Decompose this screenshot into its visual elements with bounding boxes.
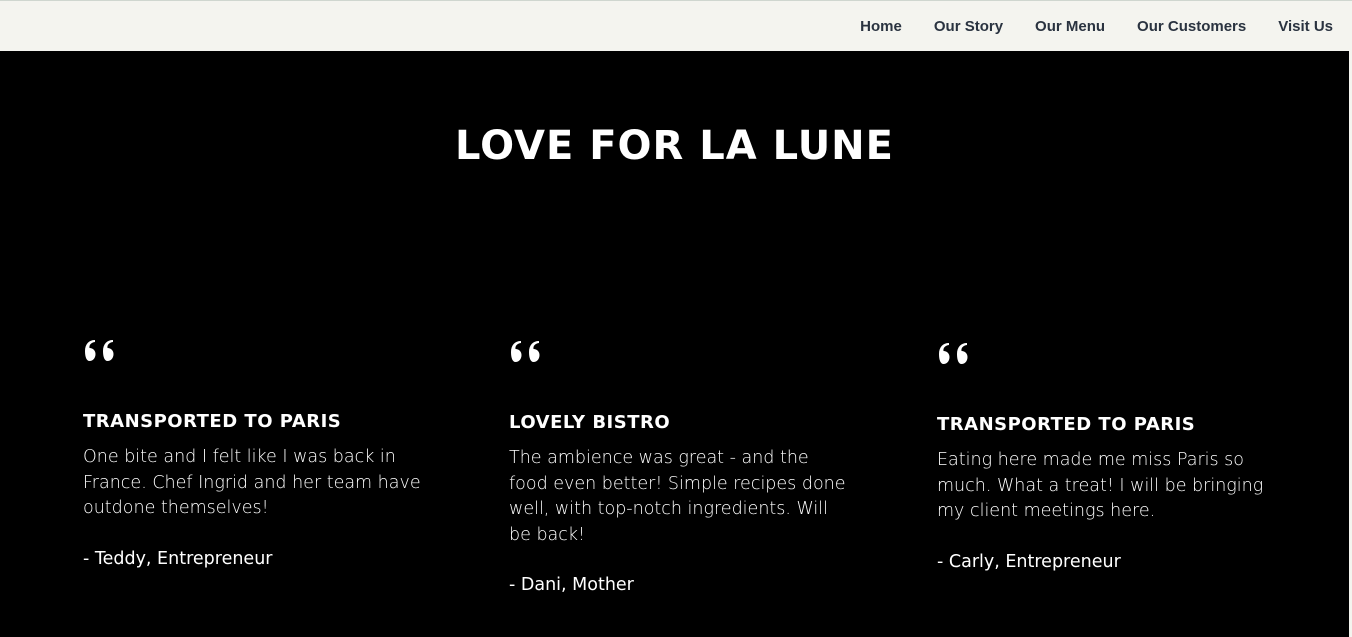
testimonial-card: TRANSPORTED TO PARIS One bite and I felt… <box>83 339 423 572</box>
testimonial-heading: TRANSPORTED TO PARIS <box>937 414 1196 435</box>
testimonial-heading: TRANSPORTED TO PARIS <box>83 411 342 432</box>
quote-icon <box>511 341 540 362</box>
top-nav-bar: Home Our Story Our Menu Our Customers Vi… <box>0 0 1352 51</box>
section-title: LOVE FOR LA LUNE <box>455 123 894 169</box>
nav-link-visit-us[interactable]: Visit Us <box>1278 18 1333 35</box>
nav-link-home[interactable]: Home <box>860 18 902 35</box>
nav-link-our-customers[interactable]: Our Customers <box>1137 18 1246 35</box>
testimonial-heading: LOVELY BISTRO <box>509 412 671 433</box>
testimonial-card: LOVELY BISTRO The ambience was great - a… <box>509 340 849 599</box>
testimonials-section: LOVE FOR LA LUNE TRANSPORTED TO PARIS On… <box>0 51 1349 637</box>
testimonial-card: TRANSPORTED TO PARIS Eating here made me… <box>937 342 1277 575</box>
testimonial-body: One bite and I felt like I was back in F… <box>83 447 421 518</box>
nav-link-our-menu[interactable]: Our Menu <box>1035 18 1105 35</box>
quote-icon <box>939 343 968 364</box>
testimonial-author: - Carly, Entrepreneur <box>937 551 1121 572</box>
testimonial-author: - Teddy, Entrepreneur <box>83 548 273 569</box>
testimonial-body: Eating here made me miss Paris so much. … <box>937 450 1264 521</box>
testimonial-author: - Dani, Mother <box>509 575 634 595</box>
nav-link-our-story[interactable]: Our Story <box>934 18 1003 35</box>
testimonial-body: The ambience was great - and the food ev… <box>509 448 846 545</box>
quote-icon <box>85 340 114 361</box>
nav-links: Home Our Story Our Menu Our Customers Vi… <box>828 1 1333 52</box>
